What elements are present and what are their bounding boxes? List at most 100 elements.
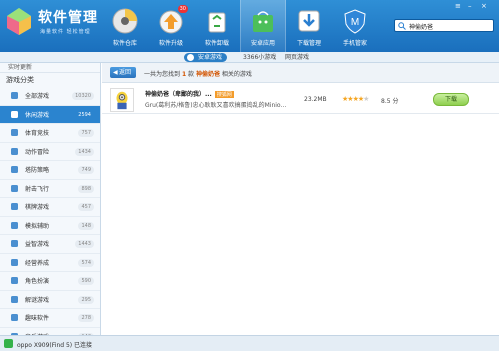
sidebar-item-label: 射击飞行 bbox=[25, 185, 50, 193]
shield-icon: M bbox=[344, 9, 366, 34]
search-input[interactable]: 神偷奶爸 bbox=[394, 19, 494, 32]
nav-software-store[interactable]: 软件仓库 bbox=[102, 0, 148, 52]
sidebar-item-count: 295 bbox=[78, 295, 94, 304]
top-nav: 软件仓库 30 软件升级 软件卸载 安卓应用 下载管理 M 手机管家 bbox=[102, 0, 378, 52]
tool-icon bbox=[11, 221, 18, 229]
sidebar-item-label: 经营养成 bbox=[25, 259, 50, 267]
nav-label: 软件升级 bbox=[158, 40, 183, 47]
search-icon bbox=[398, 22, 406, 30]
status-bar: oppo X909(Find 5) 已连接 bbox=[0, 335, 499, 351]
tab-label: 3366小游戏 bbox=[243, 54, 277, 61]
nav-software-upgrade[interactable]: 30 软件升级 bbox=[148, 0, 194, 52]
back-label: 返回 bbox=[119, 69, 132, 76]
close-icon[interactable]: × bbox=[481, 2, 487, 10]
rating-stars: ★★★★★ bbox=[342, 95, 369, 103]
ball-icon bbox=[11, 129, 18, 137]
sidebar-item-label: 角色扮演 bbox=[25, 278, 50, 286]
sidebar-item[interactable]: 经营养成 574 bbox=[0, 254, 100, 272]
disc-icon bbox=[112, 8, 138, 34]
minimize-icon[interactable]: – bbox=[468, 2, 472, 10]
sidebar-item-count: 574 bbox=[78, 258, 94, 267]
sidebar-item-realtime-update[interactable]: 实时更新 bbox=[0, 63, 100, 73]
sidebar-section-title: 游戏分类 bbox=[6, 76, 34, 84]
source-tag: 搜狐网 bbox=[214, 91, 234, 98]
sidebar-item[interactable]: 全部游戏 10320 bbox=[0, 87, 100, 106]
sidebar-item-label: 益智游戏 bbox=[25, 241, 50, 249]
nav-android-apps[interactable]: 安卓应用 bbox=[240, 0, 286, 52]
sidebar-item-count: 278 bbox=[78, 314, 94, 322]
sidebar-item[interactable]: 解谜游戏 295 bbox=[0, 291, 100, 309]
game-size: 23.2MB bbox=[304, 96, 327, 103]
nav-label: 手机管家 bbox=[342, 40, 367, 47]
sidebar-item[interactable]: 益智游戏 1443 bbox=[0, 235, 100, 254]
sidebar-item[interactable]: 角色扮演 590 bbox=[0, 272, 100, 291]
sidebar-item-label: 动作冒险 bbox=[25, 148, 50, 156]
header: 软件管理 海量软件 轻松管理 软件仓库 30 软件升级 软件卸载 安卓应用 下载… bbox=[0, 0, 499, 52]
main-content: ◀ 返回 一共为您找到 1 款 神偷奶爸 相关的游戏 神偷奶爸（卑鄙的我）...… bbox=[102, 63, 499, 335]
tab-web-games[interactable]: 网页游戏 bbox=[285, 53, 309, 62]
sidebar-item-label: 解谜游戏 bbox=[25, 296, 50, 304]
category-sidebar: 实时更新 游戏分类 全部游戏 10320 休闲游戏 2594 体育竞技 757 动作冒险 14… bbox=[0, 63, 101, 335]
svg-text:M: M bbox=[351, 17, 359, 28]
search-value: 神偷奶爸 bbox=[409, 24, 434, 31]
tab-android-games[interactable]: 安卓游戏 bbox=[184, 53, 228, 62]
game-score: 8.5 分 bbox=[381, 98, 399, 105]
plane-icon bbox=[11, 184, 18, 192]
recycle-icon bbox=[208, 12, 226, 33]
smile-icon bbox=[11, 314, 18, 322]
sidebar-item[interactable]: 射击飞行 898 bbox=[0, 180, 100, 198]
sidebar-item-label: 棋牌游戏 bbox=[25, 204, 50, 212]
result-count: 1 bbox=[181, 71, 187, 78]
tab-3366-games[interactable]: 3366小游戏 bbox=[243, 53, 276, 62]
phone-connected-icon bbox=[4, 339, 13, 348]
nav-software-uninstall[interactable]: 软件卸载 bbox=[194, 0, 240, 52]
sidebar-item-count: 148 bbox=[78, 221, 94, 230]
sidebar-item[interactable]: 塔防策略 749 bbox=[0, 161, 100, 180]
sub-tab-bar: 安卓游戏 3366小游戏 网页游戏 bbox=[0, 52, 499, 63]
nav-phone-manager[interactable]: M 手机管家 bbox=[332, 0, 378, 52]
sidebar-item-label: 体育竞技 bbox=[25, 130, 50, 138]
nav-label: 安卓应用 bbox=[250, 40, 275, 47]
result-row[interactable]: 神偷奶爸（卑鄙的我）... 搜狐网 Gru(葛利苏/格鲁)忠心耿耿又喜欢搞蛋捣乱的… bbox=[102, 86, 499, 114]
menu-icon[interactable]: ≡ bbox=[455, 2, 461, 10]
sidebar-item-label: 全部游戏 bbox=[25, 93, 50, 101]
grid-icon bbox=[11, 92, 18, 100]
tab-label: 安卓游戏 bbox=[198, 54, 223, 61]
back-arrow-icon: ◀ bbox=[113, 69, 118, 76]
back-button[interactable]: ◀ 返回 bbox=[110, 67, 136, 78]
connection-status: oppo X909(Find 5) 已连接 bbox=[17, 342, 93, 349]
sidebar-item[interactable]: 趣味软件 278 bbox=[0, 309, 100, 328]
shop-icon bbox=[11, 258, 18, 266]
star-icon: ★ bbox=[363, 95, 369, 103]
tower-icon bbox=[11, 166, 18, 174]
sidebar-item-count: 1443 bbox=[75, 240, 94, 248]
game-description: Gru(葛利苏/格鲁)忠心耿耿又喜欢搞蛋捣乱的Minio... bbox=[145, 102, 287, 109]
coffee-icon bbox=[11, 110, 18, 118]
result-keyword: 神偷奶爸 bbox=[195, 71, 220, 78]
sidebar-item[interactable]: 棋牌游戏 457 bbox=[0, 198, 100, 217]
sidebar-item[interactable]: 模拟辅助 148 bbox=[0, 217, 100, 235]
chess-icon bbox=[11, 203, 18, 211]
sidebar-item[interactable]: 体育竞技 757 bbox=[0, 124, 100, 143]
sidebar-list: 全部游戏 10320 休闲游戏 2594 体育竞技 757 动作冒险 1434 塔防策略 749 射… bbox=[0, 87, 100, 335]
sidebar-item[interactable]: 休闲游戏 2594 bbox=[0, 105, 100, 124]
nav-label: 软件卸载 bbox=[204, 40, 229, 47]
upgrade-count-badge: 30 bbox=[177, 5, 188, 13]
sidebar-item-count: 898 bbox=[78, 184, 94, 193]
sword-icon bbox=[11, 147, 18, 155]
nav-download-manager[interactable]: 下载管理 bbox=[286, 0, 332, 52]
sidebar-item[interactable]: 音乐游戏143 bbox=[0, 328, 100, 335]
android-bag-icon bbox=[253, 11, 273, 32]
game-name: 神偷奶爸（卑鄙的我）... 搜狐网 bbox=[145, 91, 234, 98]
download-button[interactable]: 下载 bbox=[433, 93, 469, 106]
sidebar-item-count: 590 bbox=[78, 277, 94, 285]
sidebar-item-count: 749 bbox=[78, 166, 94, 174]
download-icon bbox=[298, 10, 320, 32]
android-icon bbox=[187, 54, 194, 61]
sidebar-item-label: 模拟辅助 bbox=[25, 222, 50, 230]
lock-icon bbox=[11, 295, 18, 303]
app-logo-icon bbox=[7, 8, 31, 35]
puzzle-icon bbox=[11, 240, 18, 248]
sidebar-item-label: 休闲游戏 bbox=[25, 111, 50, 119]
sidebar-item[interactable]: 动作冒险 1434 bbox=[0, 143, 100, 161]
